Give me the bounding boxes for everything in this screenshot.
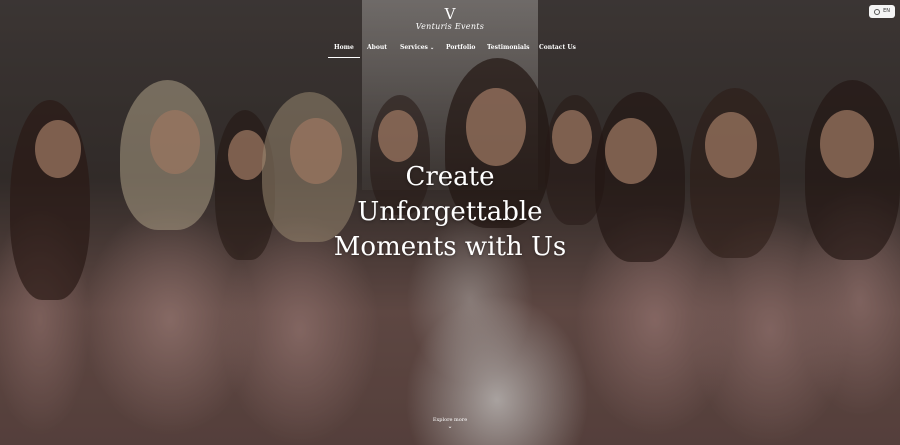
language-switcher[interactable]: EN xyxy=(869,5,895,18)
brand-mark: V xyxy=(444,5,456,23)
explore-more-link[interactable]: Explore more ⌄ xyxy=(400,417,500,431)
headline-line: Create xyxy=(405,162,495,192)
brand-logo[interactable]: V Venturis Events xyxy=(412,7,488,37)
nav-item-testimonials[interactable]: Testimonials xyxy=(487,44,530,51)
nav-item-portfolio[interactable]: Portfolio xyxy=(446,44,475,51)
chevron-down-icon: ⌄ xyxy=(447,423,453,430)
nav-item-home[interactable]: Home xyxy=(328,44,360,58)
headline-line: Moments with Us xyxy=(333,232,567,262)
globe-icon xyxy=(874,8,881,15)
hero-headline: Create Unforgettable Moments with Us xyxy=(300,160,600,265)
nav-item-services-label: Services xyxy=(400,44,428,51)
chevron-down-icon: ⌄ xyxy=(429,45,435,51)
nav-item-about[interactable]: About xyxy=(367,44,387,51)
language-label: EN xyxy=(883,8,890,14)
main-nav: Home About Services ⌄ Portfolio Testimoni… xyxy=(0,44,900,60)
nav-item-services[interactable]: Services ⌄ xyxy=(400,44,434,51)
headline-line: Unforgettable xyxy=(357,197,543,227)
nav-item-contact[interactable]: Contact Us xyxy=(539,44,576,51)
brand-name: Venturis Events xyxy=(415,22,485,31)
